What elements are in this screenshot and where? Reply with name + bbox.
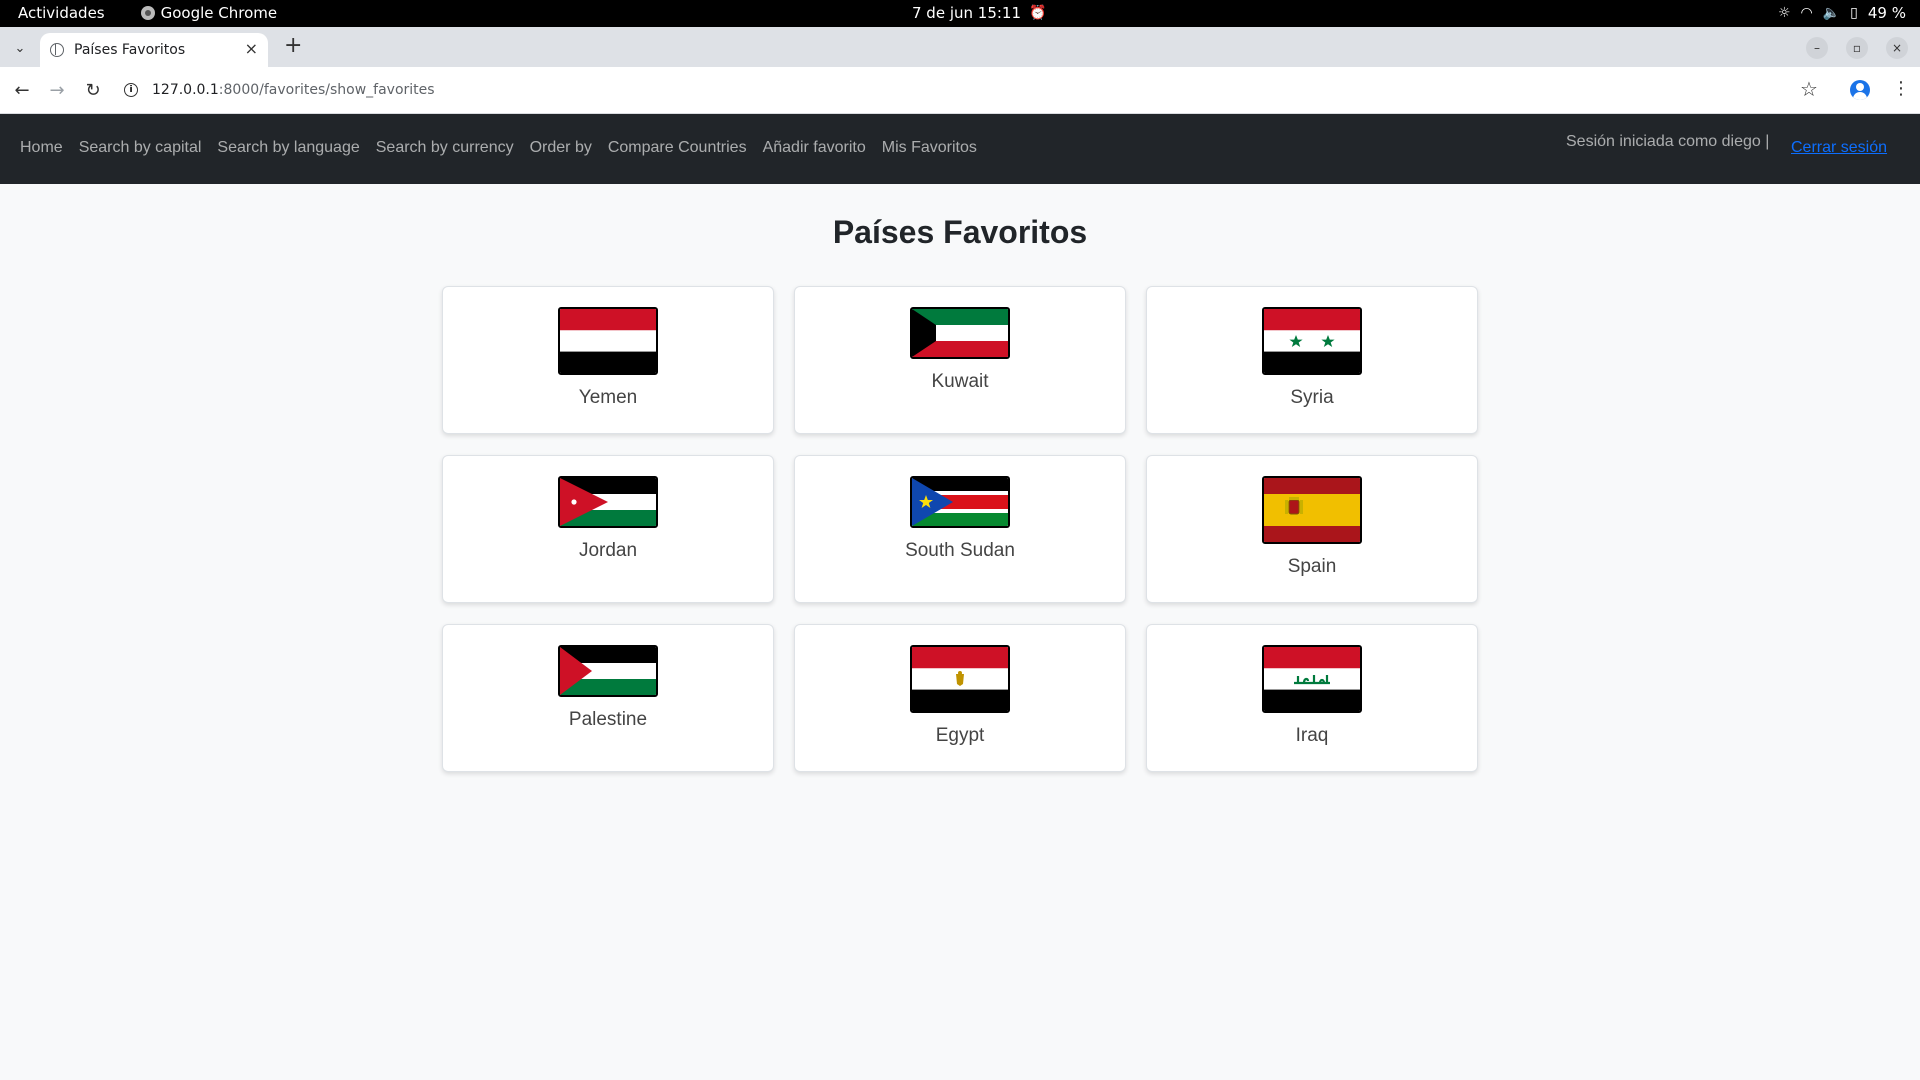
clock[interactable]: 7 de jun 15:11 ⏰ [912,4,1046,22]
nav-home[interactable]: Home [20,139,63,157]
yemen-flag-icon [558,307,658,375]
syria-flag-icon [1262,307,1362,375]
activities-button[interactable]: Actividades [18,4,105,22]
datetime-label: 7 de jun 15:11 [912,4,1022,22]
country-card-iraq[interactable]: Iraq [1146,624,1478,772]
browser-toolbar: ← → ↻ i 127.0.0.1:8000/favorites/show_fa… [0,67,1920,114]
battery-percent: 49 % [1867,4,1906,22]
reload-button[interactable]: ↻ [80,77,106,103]
nav-search-language[interactable]: Search by language [217,139,359,157]
site-info-icon[interactable]: i [124,83,138,97]
page-title: Países Favoritos [832,214,1088,250]
spain-flag-icon [1262,476,1362,544]
alarm-icon: ⏰ [1029,5,1047,21]
close-icon: × [1891,41,1903,55]
favorites-grid: Yemen Kuwait Syria Jordan South Sudan Sp… [442,286,1478,772]
nav-compare-countries[interactable]: Compare Countries [608,139,747,157]
south-sudan-flag-icon [910,476,1010,528]
country-card-palestine[interactable]: Palestine [442,624,774,772]
country-name: Iraq [1295,725,1329,746]
globe-icon [50,43,64,57]
country-card-spain[interactable]: Spain [1146,455,1478,603]
close-tab-icon[interactable]: × [245,39,258,58]
kuwait-flag-icon [910,307,1010,359]
url-host: 127.0.0.1 [152,82,219,98]
nav-my-favorites[interactable]: Mis Favoritos [882,139,977,157]
jordan-flag-icon [558,476,658,528]
system-top-bar: Actividades Google Chrome 7 de jun 15:11… [0,0,1920,27]
url-path: :8000/favorites/show_favorites [218,82,435,98]
bookmark-star-icon[interactable]: ☆ [1800,77,1818,101]
country-name: Kuwait [931,371,989,392]
volume-icon: 🔈 [1822,5,1841,21]
country-card-yemen[interactable]: Yemen [442,286,774,434]
restore-icon: ▫ [1852,41,1862,55]
country-card-egypt[interactable]: Egypt [794,624,1126,772]
logout-link[interactable]: Cerrar sesión [1791,139,1887,157]
country-name: Palestine [568,709,648,730]
nav-links: Home Search by capital Search by languag… [20,139,977,157]
country-name: Yemen [578,387,638,408]
egypt-flag-icon [910,645,1010,713]
address-bar[interactable]: i 127.0.0.1:8000/favorites/show_favorite… [124,75,1764,105]
country-name: Jordan [578,540,638,561]
nav-search-capital[interactable]: Search by capital [79,139,202,157]
tab-active[interactable]: Países Favoritos × [40,33,268,67]
forward-button[interactable]: → [44,77,70,103]
iraq-flag-icon [1262,645,1362,713]
chevron-down-icon: ⌄ [14,40,26,56]
restore-button[interactable]: ▫ [1846,37,1868,59]
session-status: Sesión iniciada como diego | [1566,133,1770,150]
chrome-icon [140,6,155,20]
wifi-icon: ◠ [1800,5,1813,21]
country-name: Spain [1287,556,1337,577]
country-card-south-sudan[interactable]: South Sudan [794,455,1126,603]
country-name: South Sudan [905,540,1015,561]
app-name-label: Google Chrome [160,4,278,22]
new-tab-button[interactable]: + [284,33,302,58]
reload-icon: ↻ [85,79,101,101]
system-tray[interactable]: ☼ ◠ 🔈 ▯ 49 % [1778,4,1906,22]
battery-icon: ▯ [1850,5,1858,21]
country-name: Syria [1290,387,1334,408]
minimize-icon: – [1814,41,1820,55]
site-navbar: Home Search by capital Search by languag… [0,114,1920,184]
nav-add-favorite[interactable]: Añadir favorito [763,139,866,157]
brightness-icon: ☼ [1777,5,1791,21]
kebab-menu-icon[interactable]: ⋮ [1892,78,1910,99]
palestine-flag-icon [558,645,658,697]
app-menu[interactable]: Google Chrome [140,4,278,22]
tab-search-button[interactable]: ⌄ [8,36,32,60]
close-window-button[interactable]: × [1886,37,1908,59]
country-card-syria[interactable]: Syria [1146,286,1478,434]
profile-avatar-icon[interactable] [1850,80,1870,100]
tab-title: Países Favoritos [74,42,186,58]
country-card-jordan[interactable]: Jordan [442,455,774,603]
minimize-button[interactable]: – [1806,37,1828,59]
arrow-right-icon: → [49,79,65,101]
country-card-kuwait[interactable]: Kuwait [794,286,1126,434]
nav-order-by[interactable]: Order by [530,139,592,157]
arrow-left-icon: ← [14,79,30,101]
back-button[interactable]: ← [9,77,35,103]
country-name: Egypt [935,725,985,746]
nav-search-currency[interactable]: Search by currency [376,139,514,157]
